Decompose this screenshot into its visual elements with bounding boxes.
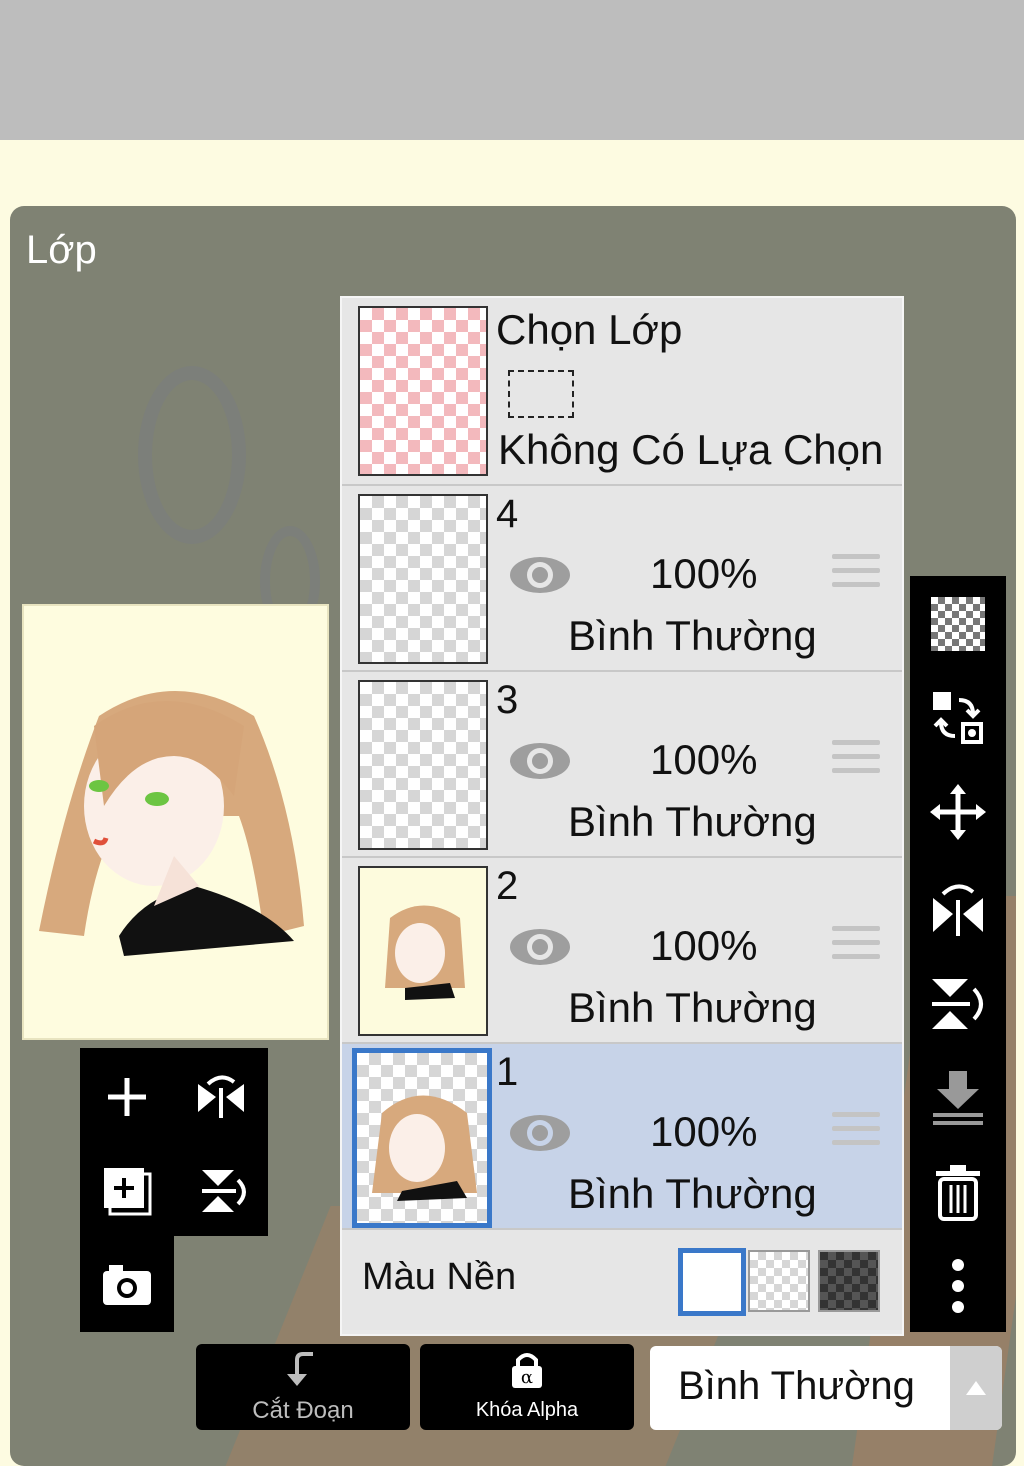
add-layer-button[interactable] [92,1062,162,1132]
rotate-flip-vertical-button[interactable] [910,972,1006,1036]
merge-down-icon [933,1071,983,1125]
drag-handle-icon[interactable] [832,1112,880,1154]
flip-vertical-button[interactable] [186,1156,256,1226]
layer-row-selected[interactable]: 1 100% Bình Thường [342,1044,902,1230]
clip-label: Cắt Đoạn [252,1397,354,1424]
layer-list: Chọn Lớp Không Có Lựa Chọn 4 100% Bình T… [340,296,904,1336]
rotate-flip-horizontal-button[interactable] [910,876,1006,940]
more-icon [952,1259,964,1313]
svg-text:α: α [521,1367,533,1388]
blend-mode-value: Bình Thường [678,1364,915,1408]
layer-opacity: 100% [650,550,758,597]
layer-thumbnail [352,1048,492,1228]
layer-panel: Lớp Chọn Lớp Không Có Lựa Chọn 4 100% Bì… [10,206,1016,1466]
selection-thumbnail [358,306,488,476]
merge-down-button[interactable] [910,1066,1006,1130]
clip-button[interactable]: Cắt Đoạn [196,1344,410,1430]
delete-layer-button[interactable] [910,1160,1006,1224]
panel-title: Lớp [26,228,97,272]
layer-opacity: 100% [650,922,758,969]
swap-button[interactable] [910,686,1006,750]
background-transparent-swatch[interactable] [748,1250,810,1312]
canvas-preview[interactable] [22,604,329,1040]
selection-status: Không Có Lựa Chọn [498,426,884,473]
move-icon [930,784,986,840]
layer-thumbnail [358,866,488,1036]
layer-thumbnail-art [372,1095,477,1201]
eye-icon[interactable] [508,926,572,968]
flip-horizontal-button[interactable] [186,1062,256,1132]
flip-vertical-icon [202,1170,246,1212]
add-layer-copy-icon [104,1168,152,1216]
transparency-button[interactable] [910,594,1006,654]
layer-thumbnail [358,494,488,664]
camera-button[interactable] [92,1250,162,1320]
transparency-icon [931,597,985,651]
eye-icon[interactable] [508,1112,572,1154]
clip-arrow-icon [287,1352,313,1386]
layer-number: 2 [496,864,519,908]
background-color-label: Màu Nền [362,1256,517,1298]
lock-icon: α [512,1353,542,1388]
selection-marquee-icon [508,370,574,418]
portrait-illustration [39,691,304,956]
top-status-bar [0,0,1024,140]
layer-blend-mode: Bình Thường [568,984,817,1031]
more-options-button[interactable] [910,1254,1006,1318]
rotate-flip-vertical-icon [932,979,983,1029]
layer-number: 4 [496,492,519,536]
background-dark-swatch[interactable] [818,1250,880,1312]
add-layer-icon [108,1078,146,1116]
dropdown-arrow-icon [966,1381,986,1395]
layer-row[interactable]: 2 100% Bình Thường [342,858,902,1044]
eye-icon[interactable] [508,740,572,782]
canvas-stroke [138,366,246,544]
layer-row[interactable]: 3 100% Bình Thường [342,672,902,858]
layer-number: 1 [496,1050,519,1094]
drag-handle-icon[interactable] [832,926,880,968]
move-button[interactable] [910,780,1006,844]
layer-thumbnail-art [385,905,465,1000]
background-white-swatch[interactable] [678,1248,746,1316]
swap-icon [933,692,983,744]
eye-icon[interactable] [508,554,572,596]
drag-handle-icon[interactable] [832,554,880,596]
trash-icon [936,1165,980,1221]
blend-mode-dropdown-button[interactable] [950,1346,1002,1430]
layer-blend-mode: Bình Thường [568,798,817,845]
alpha-lock-button[interactable]: α Khóa Alpha [420,1344,634,1430]
layer-blend-mode: Bình Thường [568,1170,817,1217]
layer-thumbnail [358,680,488,850]
layer-opacity: 100% [650,1108,758,1155]
right-toolbar [910,576,1006,1332]
blend-mode-select[interactable]: Bình Thường [650,1346,1002,1430]
add-layer-copy-button[interactable] [92,1156,162,1226]
alpha-lock-label: Khóa Alpha [475,1399,579,1421]
layer-blend-mode: Bình Thường [568,612,817,659]
layer-opacity: 100% [650,736,758,783]
rotate-flip-horizontal-icon [933,884,983,936]
selection-title: Chọn Lớp [496,306,683,353]
drag-handle-icon[interactable] [832,740,880,782]
layer-row[interactable]: 4 100% Bình Thường [342,486,902,672]
selection-layer-row[interactable]: Chọn Lớp Không Có Lựa Chọn [342,298,902,486]
layer-number: 3 [496,678,519,722]
camera-icon [103,1265,151,1305]
flip-horizontal-icon [198,1075,244,1118]
